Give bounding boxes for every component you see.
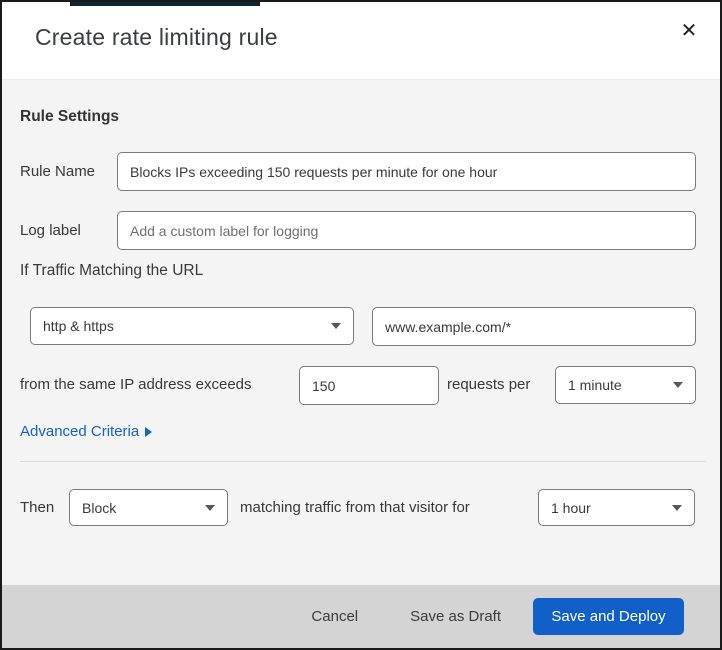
action-select-value: Block [82, 499, 117, 516]
advanced-criteria-link[interactable]: Advanced Criteria [20, 423, 153, 440]
requests-per-text: requests per [447, 376, 531, 393]
chevron-down-icon [205, 504, 215, 511]
rule-name-input[interactable] [117, 152, 696, 191]
rule-settings-heading: Rule Settings [20, 108, 120, 125]
action-select[interactable]: Block [69, 489, 228, 526]
cancel-button[interactable]: Cancel [311, 608, 358, 625]
triangle-right-icon [145, 426, 153, 437]
then-text: Then [20, 499, 55, 516]
matching-traffic-text: matching traffic from that visitor for [240, 499, 470, 516]
scheme-select[interactable]: http & https [30, 307, 354, 345]
section-divider [20, 461, 706, 462]
modal-header: Create rate limiting rule ✕ [2, 2, 720, 80]
scheme-select-value: http & https [43, 318, 114, 334]
traffic-match-heading: If Traffic Matching the URL [20, 262, 204, 279]
rule-name-label: Rule Name [20, 163, 96, 180]
save-as-draft-button[interactable]: Save as Draft [410, 608, 501, 625]
period-select[interactable]: 1 minute [555, 366, 696, 404]
background-page-strip [70, 2, 260, 6]
advanced-criteria-label: Advanced Criteria [20, 423, 140, 440]
chevron-down-icon [673, 382, 683, 388]
save-and-deploy-button[interactable]: Save and Deploy [533, 598, 684, 635]
duration-select[interactable]: 1 hour [538, 489, 695, 526]
create-rate-limiting-rule-modal: Create rate limiting rule ✕ Rule Setting… [0, 0, 722, 650]
chevron-down-icon [331, 323, 341, 329]
chevron-down-icon [672, 504, 682, 511]
duration-select-value: 1 hour [551, 499, 591, 516]
modal-footer: Cancel Save as Draft Save and Deploy [2, 585, 720, 648]
request-count-input[interactable] [299, 366, 439, 405]
close-icon[interactable]: ✕ [672, 14, 706, 48]
url-pattern-input[interactable] [372, 307, 696, 346]
log-label-input[interactable] [117, 211, 696, 250]
log-label-label: Log label [20, 222, 81, 239]
period-select-value: 1 minute [568, 377, 622, 393]
threshold-prefix-text: from the same IP address exceeds [20, 376, 252, 393]
page-title: Create rate limiting rule [35, 24, 278, 50]
